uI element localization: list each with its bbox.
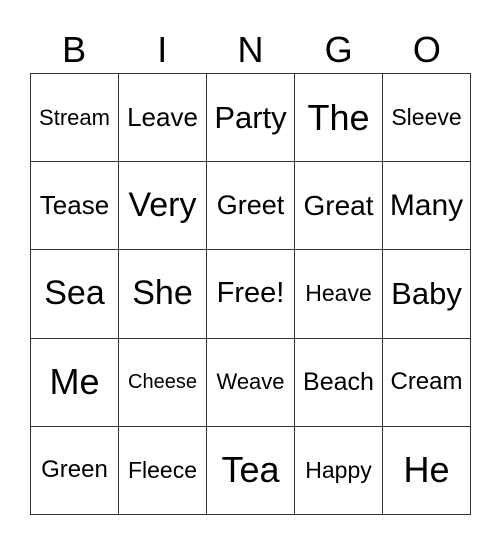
header-letter-o: O [412, 29, 441, 70]
header-letter-b: B [62, 29, 87, 70]
bingo-cell: Leave [119, 74, 207, 163]
bingo-cell: Greet [207, 162, 295, 251]
bingo-cell: Sleeve [383, 74, 471, 163]
bingo-cell: Party [207, 74, 295, 163]
bingo-cell: Fleece [119, 426, 207, 515]
free-space-cell: Free! [207, 250, 295, 339]
bingo-cell: The [295, 74, 383, 163]
bingo-cell: Beach [295, 338, 383, 427]
bingo-cell: Green [31, 426, 119, 515]
bingo-header: B I N G O [30, 28, 471, 72]
bingo-cell: Very [119, 162, 207, 251]
bingo-cell: Happy [295, 426, 383, 515]
bingo-cell: Tea [207, 426, 295, 515]
header-letter-g: G [324, 29, 353, 70]
bingo-cell: Baby [383, 250, 471, 339]
header-letter-i: I [157, 29, 168, 70]
bingo-cell: Cheese [119, 338, 207, 427]
bingo-cell: Cream [383, 338, 471, 427]
bingo-cell: She [119, 250, 207, 339]
bingo-cell: Weave [207, 338, 295, 427]
bingo-cell: Tease [31, 162, 119, 251]
bingo-cell: He [383, 426, 471, 515]
bingo-cell: Sea [31, 250, 119, 339]
bingo-cell: Many [383, 162, 471, 251]
bingo-cell: Me [31, 338, 119, 427]
bingo-grid: Stream Leave Party The Sleeve Tease Very… [30, 73, 471, 515]
bingo-cell: Great [295, 162, 383, 251]
bingo-cell: Heave [295, 250, 383, 339]
bingo-cell: Stream [31, 74, 119, 163]
header-letter-n: N [237, 29, 264, 70]
